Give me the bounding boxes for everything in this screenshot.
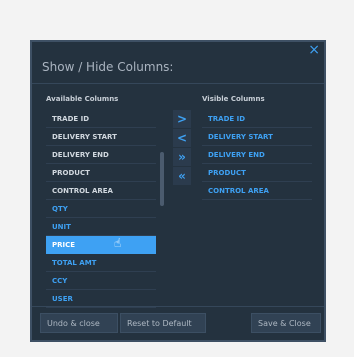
visible-columns-heading: Visible Columns bbox=[202, 95, 265, 103]
list-item[interactable]: DELIVERY END bbox=[46, 146, 156, 164]
list-item[interactable]: PRODUCT bbox=[46, 164, 156, 182]
footer-divider bbox=[32, 306, 324, 307]
list-item[interactable]: DELIVERY END bbox=[202, 146, 312, 164]
dialog-title: Show / Hide Columns: bbox=[42, 60, 174, 74]
list-item[interactable]: TOTAL AMT bbox=[46, 254, 156, 272]
list-item-selected[interactable]: PRICE ☝ bbox=[46, 236, 156, 254]
list-item-label: PRICE bbox=[52, 241, 76, 249]
list-item[interactable]: TRADE ID bbox=[202, 110, 312, 128]
list-item[interactable]: CONTROL AREA bbox=[46, 182, 156, 200]
list-item[interactable]: DELIVERY START bbox=[202, 128, 312, 146]
list-item[interactable]: QTY bbox=[46, 200, 156, 218]
move-all-left-button[interactable]: « bbox=[173, 167, 191, 185]
available-columns-heading: Available Columns bbox=[46, 95, 119, 103]
reset-to-default-button[interactable]: Reset to Default bbox=[120, 313, 206, 333]
close-icon[interactable]: × bbox=[308, 42, 320, 58]
list-item[interactable]: CCY bbox=[46, 272, 156, 290]
list-item[interactable]: UNIT bbox=[46, 218, 156, 236]
list-item[interactable]: DELIVERY START bbox=[46, 128, 156, 146]
list-item[interactable]: CONTROL AREA bbox=[202, 182, 312, 200]
list-item[interactable]: PRODUCT bbox=[202, 164, 312, 182]
available-columns-list: TRADE ID DELIVERY START DELIVERY END PRO… bbox=[46, 110, 156, 308]
show-hide-columns-dialog: × Show / Hide Columns: Available Columns… bbox=[30, 40, 326, 342]
move-buttons: > < » « bbox=[173, 110, 191, 186]
visible-columns-list: TRADE ID DELIVERY START DELIVERY END PRO… bbox=[202, 110, 312, 200]
move-left-button[interactable]: < bbox=[173, 129, 191, 147]
move-all-right-button[interactable]: » bbox=[173, 148, 191, 166]
move-right-button[interactable]: > bbox=[173, 110, 191, 128]
undo-close-button[interactable]: Undo & close bbox=[40, 313, 118, 333]
available-list-scrollbar[interactable] bbox=[160, 152, 164, 206]
title-divider bbox=[32, 83, 324, 84]
save-close-button[interactable]: Save & Close bbox=[251, 313, 321, 333]
hand-pointer-icon: ☝ bbox=[114, 236, 122, 250]
list-item[interactable]: TRADE ID bbox=[46, 110, 156, 128]
